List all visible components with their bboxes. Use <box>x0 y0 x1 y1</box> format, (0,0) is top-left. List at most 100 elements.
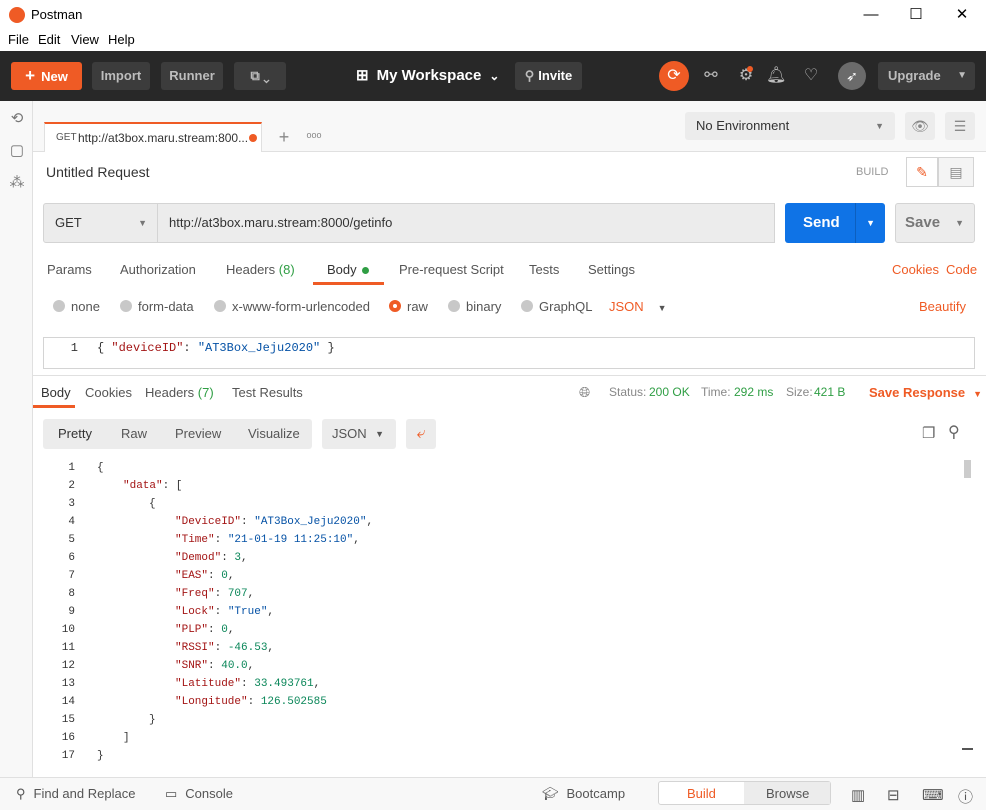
bootcamp-button[interactable]: 🎓︎ Bootcamp <box>542 786 625 802</box>
manage-environments-icon[interactable]: ☰ <box>945 112 975 140</box>
copy-icon[interactable]: ❐ <box>922 424 935 442</box>
tab-authorization[interactable]: Authorization <box>120 262 196 277</box>
request-tab[interactable]: GET http://at3box.maru.stream:800... <box>44 122 262 152</box>
code-line: ] <box>123 732 130 744</box>
response-tab-test-results[interactable]: Test Results <box>232 385 303 400</box>
response-tab-body[interactable]: Body <box>41 385 71 400</box>
workspace-selector[interactable]: ⊞ My Workspace ⌄ <box>356 66 499 84</box>
close-button[interactable]: ✕ <box>939 0 985 30</box>
runner-button[interactable]: Runner <box>161 62 223 90</box>
send-button[interactable]: Send ▼ <box>785 203 885 243</box>
find-replace-button[interactable]: ⚲ Find and Replace <box>16 786 135 802</box>
status-value[interactable]: 200 OK <box>649 385 690 399</box>
open-new-button[interactable]: ⧉ ⌄ <box>234 62 286 90</box>
tab-tests[interactable]: Tests <box>529 262 559 277</box>
raw-button[interactable]: Raw <box>121 426 147 441</box>
apis-icon[interactable]: ⁂ <box>8 173 26 191</box>
size-value[interactable]: 421 B <box>814 385 845 399</box>
import-button[interactable]: Import <box>92 62 150 90</box>
bell-icon[interactable]: 🔔︎ <box>766 66 786 86</box>
code-token: "True" <box>227 606 268 618</box>
console-button[interactable]: ▭ Console <box>165 786 233 802</box>
help-icon[interactable]: ⓘ <box>958 786 973 807</box>
wrap-lines-icon[interactable]: ⤶ <box>406 419 436 449</box>
scrollbar-thumb[interactable] <box>964 460 971 478</box>
tab-body[interactable]: Body <box>327 262 369 277</box>
code-token: : <box>208 624 222 636</box>
save-response-button[interactable]: Save Response ▼ <box>869 385 982 400</box>
radio-none[interactable] <box>53 300 65 312</box>
pretty-button[interactable]: Pretty <box>58 426 92 441</box>
resize-handle[interactable] <box>962 748 973 764</box>
menu-view[interactable]: View <box>71 32 99 47</box>
line-number: 10 <box>61 624 75 636</box>
menu-edit[interactable]: Edit <box>38 32 60 47</box>
search-icon[interactable]: ⚲ <box>948 422 960 442</box>
menu-help[interactable]: Help <box>108 32 135 47</box>
add-tab-button[interactable]: + <box>271 124 297 150</box>
code-line: "SNR": 40.0, <box>175 660 254 672</box>
satellite-icon[interactable]: ⚯ <box>701 66 721 86</box>
code-token: "Time" <box>175 534 215 546</box>
settings-icon[interactable]: ⚙ <box>736 66 756 86</box>
build-mode-label: BUILD <box>856 166 889 178</box>
code-token: { <box>149 498 156 510</box>
maximize-button[interactable]: ☐ <box>893 0 939 30</box>
invite-button[interactable]: ⚲ Invite <box>515 62 582 90</box>
preview-button[interactable]: Preview <box>175 426 221 441</box>
new-button[interactable]: + New <box>11 62 82 90</box>
edit-pencil-icon[interactable]: ✎ <box>906 157 938 187</box>
line-number: 13 <box>61 678 75 690</box>
history-icon[interactable]: ⟲ <box>8 109 26 127</box>
collections-icon[interactable]: ▢ <box>8 141 26 159</box>
build-mode-button[interactable]: Build <box>687 786 716 801</box>
environment-quick-look-icon[interactable]: 👁︎ <box>905 112 935 140</box>
visualize-button[interactable]: Visualize <box>248 426 300 441</box>
tab-settings[interactable]: Settings <box>588 262 635 277</box>
two-pane-view-icon[interactable]: ▥ <box>851 786 865 804</box>
save-button[interactable]: Save ▼ <box>895 203 975 243</box>
beautify-link[interactable]: Beautify <box>919 299 966 314</box>
response-tab-headers[interactable]: Headers (7) <box>145 385 214 400</box>
response-format-select[interactable]: JSON ▼ <box>322 419 396 449</box>
response-tab-cookies[interactable]: Cookies <box>85 385 132 400</box>
radio-raw[interactable] <box>389 300 401 312</box>
heart-icon[interactable]: ♡ <box>801 66 821 86</box>
code-token: : [ <box>162 480 183 492</box>
globe-icon[interactable]: 🌐︎ <box>579 384 590 401</box>
tab-headers[interactable]: Headers (8) <box>226 262 295 277</box>
method-select[interactable]: GET ▼ <box>43 203 158 243</box>
code-link[interactable]: Code <box>946 262 977 277</box>
minimize-button[interactable]: — <box>848 0 894 30</box>
response-body-viewer[interactable]: 1 {2 "data": [3 {4 "DeviceID": "AT3Box_Jeju2… <box>33 458 986 766</box>
request-name[interactable]: Untitled Request <box>46 164 150 180</box>
radio-form-data[interactable] <box>120 300 132 312</box>
line-number: 14 <box>61 696 75 708</box>
comments-icon[interactable]: ▤ <box>938 157 974 187</box>
radio-urlencoded[interactable] <box>214 300 226 312</box>
environment-select[interactable]: No Environment ▼ <box>685 112 895 140</box>
tab-params[interactable]: Params <box>47 262 92 277</box>
console-icon: ▭ <box>165 786 178 801</box>
browse-mode-button[interactable]: Browse <box>766 786 809 801</box>
radio-binary[interactable] <box>448 300 460 312</box>
url-input[interactable]: http://at3box.maru.stream:8000/getinfo <box>158 203 775 243</box>
cookies-link[interactable]: Cookies <box>892 262 939 277</box>
radio-graphql[interactable] <box>521 300 533 312</box>
unsaved-dot-icon[interactable] <box>249 134 257 142</box>
menu-file[interactable]: File <box>8 32 29 47</box>
sync-icon[interactable]: ⟳ <box>659 61 689 91</box>
request-body-editor[interactable]: 1 { "deviceID": "AT3Box_Jeju2020" } <box>43 337 975 369</box>
line-number: 1 <box>70 341 78 355</box>
line-number: 3 <box>68 498 75 510</box>
body-format-select[interactable]: JSON ▼ <box>609 299 667 314</box>
code-token: , <box>241 552 248 564</box>
rocket-icon[interactable]: ➶ <box>838 62 866 90</box>
title-bar: Postman — ☐ ✕ <box>0 0 986 30</box>
tab-prerequest-script[interactable]: Pre-request Script <box>399 262 504 277</box>
tab-options-icon[interactable]: ooo <box>303 130 325 140</box>
upgrade-button[interactable]: Upgrade ▼ <box>878 62 975 90</box>
time-value[interactable]: 292 ms <box>734 385 773 399</box>
layout-icon[interactable]: ⊟ <box>887 786 900 804</box>
keyboard-shortcuts-icon[interactable]: ⌨ <box>922 786 944 804</box>
